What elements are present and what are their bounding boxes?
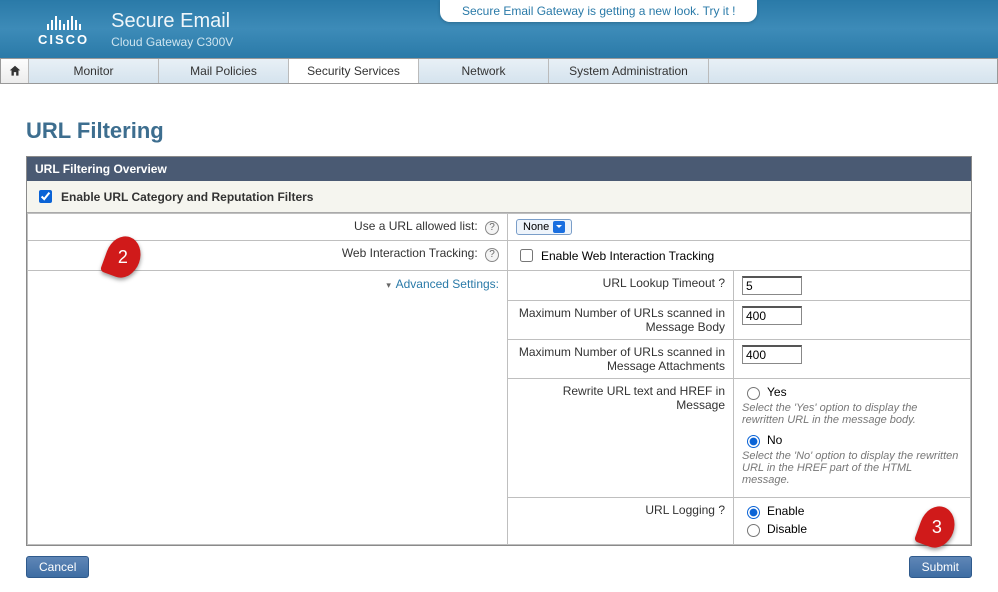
lookup-timeout-input[interactable] — [742, 276, 802, 295]
rewrite-no-label: No — [767, 433, 782, 447]
nav-tab-security-services[interactable]: Security Services — [289, 59, 419, 83]
home-icon — [8, 64, 22, 78]
nav-tab-mail-policies[interactable]: Mail Policies — [159, 59, 289, 83]
rewrite-yes-radio[interactable] — [747, 387, 760, 400]
web-tracking-checkbox[interactable] — [520, 249, 533, 262]
logging-disable-label: Disable — [767, 522, 807, 536]
help-icon[interactable]: ? — [718, 276, 725, 290]
logging-enable-label: Enable — [767, 504, 804, 518]
url-logging-label: URL Logging — [645, 503, 715, 517]
try-new-look-banner[interactable]: Secure Email Gateway is getting a new lo… — [440, 0, 757, 22]
cancel-button[interactable]: Cancel — [26, 556, 89, 578]
home-button[interactable] — [1, 59, 29, 83]
advanced-label-cell: ▾ Advanced Settings: — [28, 271, 508, 545]
overview-panel: URL Filtering Overview Enable URL Catego… — [26, 156, 972, 546]
allowed-list-value: None — [523, 221, 549, 233]
web-tracking-label-cell: Web Interaction Tracking: ? — [28, 241, 508, 271]
cisco-logo: CISCO — [38, 12, 89, 47]
help-icon[interactable]: ? — [485, 248, 499, 262]
enable-url-filters-label: Enable URL Category and Reputation Filte… — [61, 190, 313, 204]
max-attach-input[interactable] — [742, 345, 802, 364]
advanced-settings-link[interactable]: Advanced Settings: — [396, 277, 499, 291]
submit-button[interactable]: Submit — [909, 556, 972, 578]
rewrite-no-radio[interactable] — [747, 435, 760, 448]
max-body-label: Maximum Number of URLs scanned in Messag… — [508, 301, 734, 339]
rewrite-label: Rewrite URL text and HREF in Message — [508, 379, 734, 497]
help-icon[interactable]: ? — [485, 221, 499, 235]
web-tracking-checkbox-label: Enable Web Interaction Tracking — [541, 249, 714, 263]
allowed-list-select[interactable]: None — [516, 219, 572, 235]
rewrite-yes-hint: Select the 'Yes' option to display the r… — [742, 402, 962, 426]
top-banner: CISCO Secure Email Cloud Gateway C300V S… — [0, 0, 998, 58]
page-title: URL Filtering — [26, 118, 972, 144]
allowed-list-label-cell: Use a URL allowed list: ? — [28, 214, 508, 241]
allowed-list-label: Use a URL allowed list: — [354, 219, 478, 233]
dropdown-arrow-icon — [553, 221, 565, 233]
product-name: Secure Email — [111, 10, 233, 33]
rewrite-yes-label: Yes — [767, 385, 787, 399]
nav-tab-system-admin[interactable]: System Administration — [549, 59, 709, 83]
help-icon[interactable]: ? — [718, 503, 725, 517]
lookup-timeout-label: URL Lookup Timeout — [603, 276, 715, 290]
max-attach-label: Maximum Number of URLs scanned in Messag… — [508, 340, 734, 378]
main-nav: Monitor Mail Policies Security Services … — [0, 58, 998, 84]
collapse-arrow-icon[interactable]: ▾ — [386, 280, 391, 290]
logging-enable-radio[interactable] — [747, 506, 760, 519]
nav-tab-monitor[interactable]: Monitor — [29, 59, 159, 83]
web-tracking-label: Web Interaction Tracking: — [342, 246, 478, 260]
nav-tab-network[interactable]: Network — [419, 59, 549, 83]
max-body-input[interactable] — [742, 306, 802, 325]
nav-filler — [709, 59, 997, 83]
panel-header: URL Filtering Overview — [27, 157, 971, 181]
enable-row: Enable URL Category and Reputation Filte… — [27, 181, 971, 213]
product-subname: Cloud Gateway C300V — [111, 35, 233, 49]
brand-text: CISCO — [38, 32, 89, 47]
rewrite-no-hint: Select the 'No' option to display the re… — [742, 450, 962, 486]
enable-url-filters-checkbox[interactable] — [39, 190, 52, 203]
logging-disable-radio[interactable] — [747, 524, 760, 537]
